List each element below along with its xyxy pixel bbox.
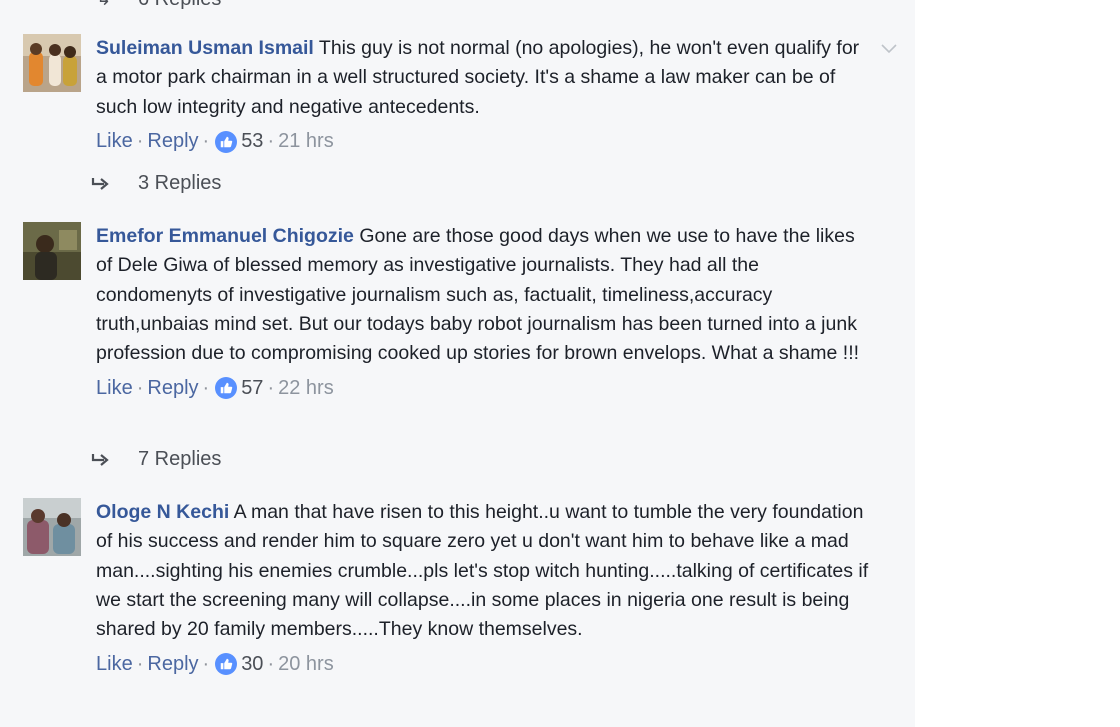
reply-arrow-icon xyxy=(91,453,109,466)
timestamp[interactable]: 20 hrs xyxy=(278,653,334,676)
comments-panel: ↳6 Replies Suleiman Usman Ismail This gu… xyxy=(0,0,915,727)
comment-author[interactable]: Ologe N Kechi xyxy=(96,501,229,523)
timestamp[interactable]: 21 hrs xyxy=(278,130,334,153)
timestamp[interactable]: 22 hrs xyxy=(278,377,334,400)
view-replies-link[interactable]: 7 Replies xyxy=(90,448,221,471)
reaction-count[interactable]: 53 xyxy=(241,130,263,153)
comment-text: Suleiman Usman Ismail This guy is not no… xyxy=(96,37,860,118)
comment-text: Ologe N Kechi A man that have risen to t… xyxy=(96,501,869,641)
like-link[interactable]: Like xyxy=(96,130,133,153)
like-link[interactable]: Like xyxy=(96,653,133,676)
thumbs-up-icon[interactable] xyxy=(215,653,238,676)
comment-actions: Like · Reply · 53 · 21 hrs xyxy=(96,130,334,153)
like-link[interactable]: Like xyxy=(96,377,133,400)
reply-link[interactable]: Reply xyxy=(147,130,198,153)
reply-arrow-icon: ↳ xyxy=(96,0,120,10)
view-replies-link[interactable]: 3 Replies xyxy=(90,172,221,195)
chevron-down-icon[interactable] xyxy=(879,38,899,58)
reaction-count[interactable]: 57 xyxy=(241,377,263,400)
comment-actions: Like · Reply · 30 · 20 hrs xyxy=(96,652,334,676)
view-replies-link[interactable]: ↳6 Replies xyxy=(96,0,221,11)
reply-link[interactable]: Reply xyxy=(147,653,198,676)
avatar[interactable] xyxy=(23,222,81,280)
thumbs-up-icon[interactable] xyxy=(215,130,238,153)
reply-arrow-icon xyxy=(91,177,109,190)
reply-link[interactable]: Reply xyxy=(147,377,198,400)
comment-author[interactable]: Suleiman Usman Ismail xyxy=(96,37,314,59)
reaction-count[interactable]: 30 xyxy=(241,653,263,676)
comment-text: Emefor Emmanuel Chigozie Gone are those … xyxy=(96,225,860,365)
comment-author[interactable]: Emefor Emmanuel Chigozie xyxy=(96,225,354,247)
avatar[interactable] xyxy=(23,34,81,92)
comment-actions: Like · Reply · 57 · 22 hrs xyxy=(96,376,334,400)
avatar[interactable] xyxy=(23,498,81,556)
thumbs-up-icon[interactable] xyxy=(215,377,238,400)
